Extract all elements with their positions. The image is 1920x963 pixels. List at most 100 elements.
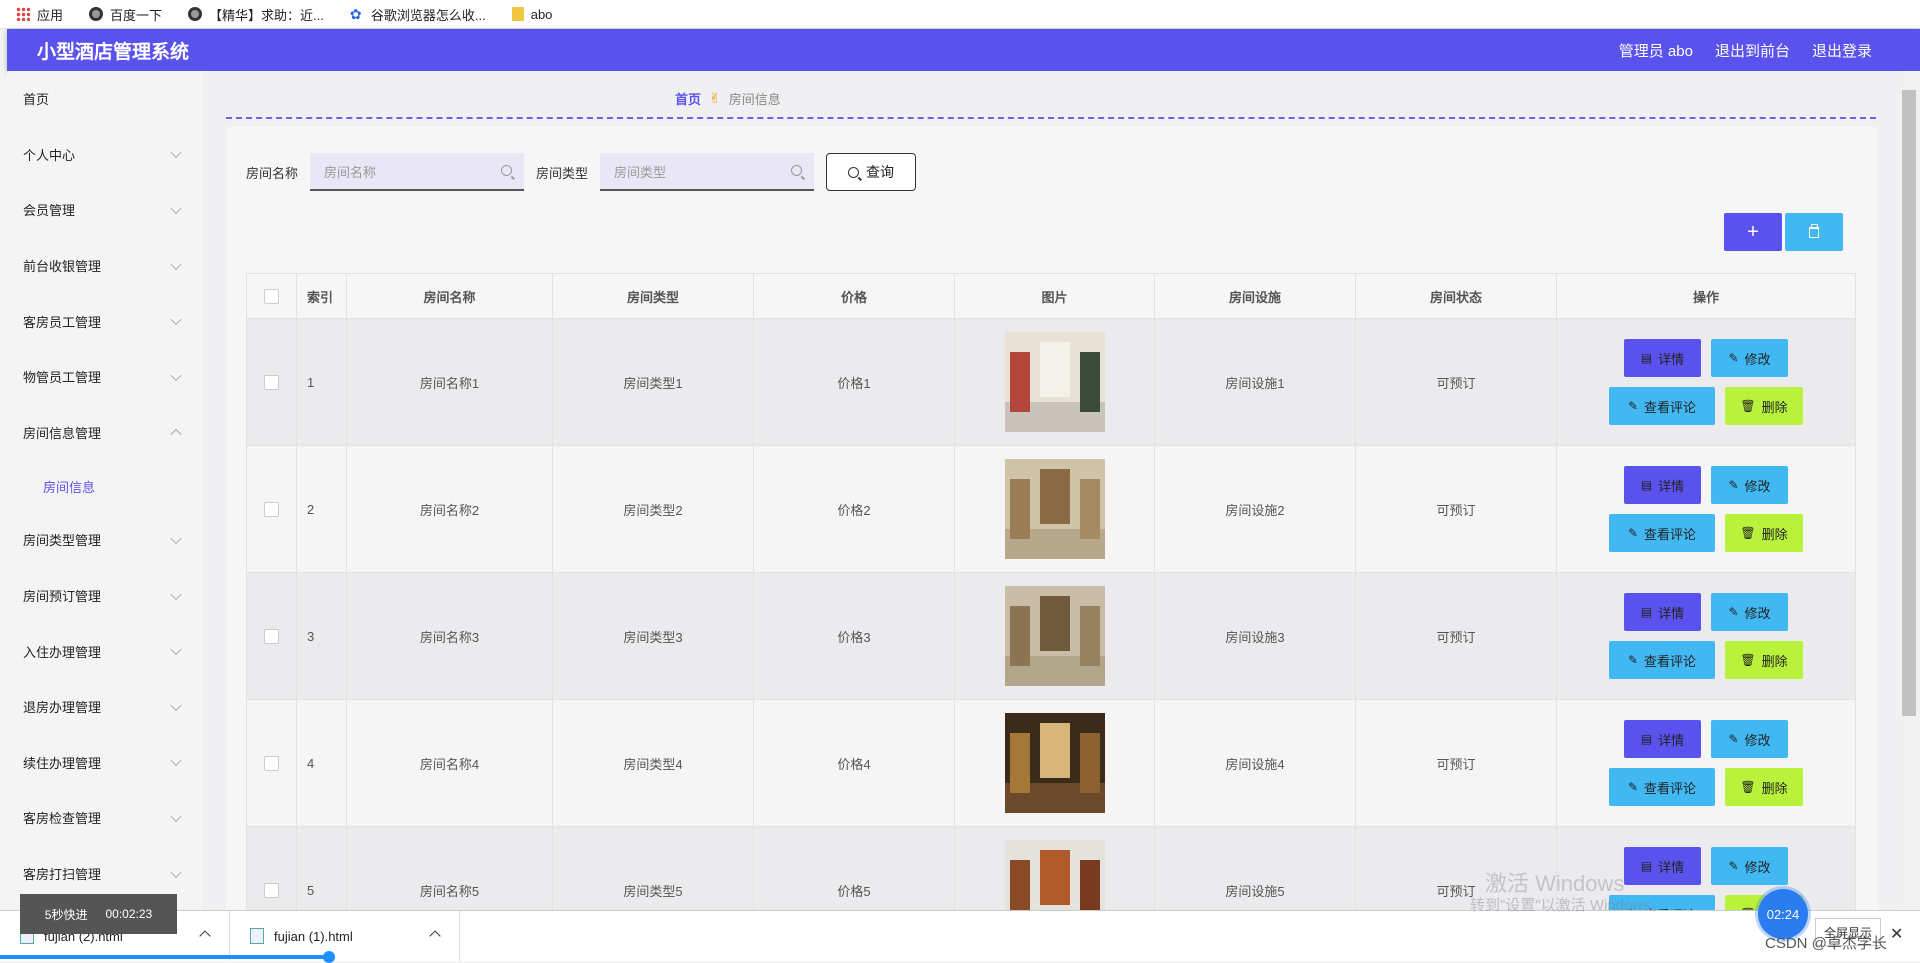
edit-button[interactable]: ✎ 修改: [1711, 720, 1788, 758]
edit-button[interactable]: ✎ 修改: [1711, 593, 1788, 631]
video-progress-handle[interactable]: [323, 951, 335, 963]
sidebar-item-cashier[interactable]: 前台收银管理: [7, 238, 202, 294]
cell-image: [955, 573, 1155, 699]
detail-button[interactable]: ▤ 详情: [1624, 720, 1701, 758]
row-checkbox[interactable]: [264, 882, 279, 898]
detail-label: 详情: [1658, 605, 1685, 621]
sidebar-item-label: 物管员工管理: [23, 370, 102, 386]
sidebar-subitem-room-info[interactable]: 房间信息: [7, 460, 202, 512]
sidebar-item-extend[interactable]: 续住办理管理: [7, 735, 202, 791]
query-button[interactable]: 查询: [826, 153, 917, 191]
select-all-checkbox[interactable]: [264, 288, 279, 304]
sidebar-item-home[interactable]: 首页: [7, 71, 202, 127]
sidebar-item-label: 房间预订管理: [23, 589, 102, 605]
room-photo[interactable]: [1004, 713, 1105, 813]
sidebar-item-room-type[interactable]: 房间类型管理: [7, 512, 202, 568]
sidebar-item-housekeeping-staff[interactable]: 客房员工管理: [7, 293, 202, 349]
logout-link[interactable]: 退出登录: [1812, 40, 1872, 61]
edit-button[interactable]: ✎ 修改: [1711, 466, 1788, 504]
video-speed-overlay: 5秒快进 00:02:23: [20, 894, 177, 934]
sidebar-item-property-staff[interactable]: 物管员工管理: [7, 349, 202, 405]
cell-facilities: 房间设施5: [1155, 827, 1356, 910]
edit-icon: ✎: [1728, 732, 1739, 746]
video-progress[interactable]: [0, 955, 330, 959]
cell-room-name: 房间名称2: [347, 446, 553, 572]
room-type-input[interactable]: 房间类型: [600, 153, 815, 191]
room-photo[interactable]: [1004, 332, 1105, 432]
cell-index: 5: [297, 827, 347, 910]
cell-actions: ▤ 详情 ✎ 修改 ✎ 查看评论 🗑 删除: [1557, 446, 1855, 572]
delete-button[interactable]: 🗑 删除: [1725, 387, 1803, 425]
row-checkbox[interactable]: [264, 374, 279, 390]
chevron-down-icon: [170, 699, 182, 711]
sidebar-item-cleaning[interactable]: 客房打扫管理: [7, 846, 202, 902]
chevron-up-icon[interactable]: [199, 930, 211, 942]
detail-button[interactable]: ▤ 详情: [1624, 466, 1701, 504]
edit-button[interactable]: ✎ 修改: [1711, 847, 1788, 885]
bookmark-help[interactable]: 【精华】求助：近...: [188, 5, 324, 24]
document-icon: ▤: [1640, 605, 1653, 619]
edit-icon: ✎: [1627, 780, 1639, 794]
download-shelf: fujian (2).html fujian (1).html: [0, 910, 1920, 961]
exit-to-front-link[interactable]: 退出到前台: [1715, 40, 1790, 61]
delete-button[interactable]: 🗑 删除: [1725, 641, 1803, 679]
row-checkbox[interactable]: [264, 628, 279, 644]
row-checkbox[interactable]: [264, 501, 279, 517]
row-select[interactable]: [247, 446, 297, 572]
view-reviews-button[interactable]: ✎ 查看评论: [1609, 641, 1715, 679]
sidebar-item-personal[interactable]: 个人中心: [7, 127, 202, 183]
chevron-up-icon[interactable]: [429, 930, 441, 942]
search-icon: [501, 165, 513, 176]
header-select-all[interactable]: [247, 274, 297, 318]
sidebar-item-checkin[interactable]: 入住办理管理: [7, 623, 202, 679]
room-photo[interactable]: [1004, 840, 1105, 910]
cell-actions: ▤ 详情 ✎ 修改 ✎ 查看评论 🗑 删除: [1557, 573, 1855, 699]
bookmark-chrome[interactable]: ✿ 谷歌浏览器怎么收...: [350, 5, 486, 24]
edit-button[interactable]: ✎ 修改: [1711, 339, 1788, 377]
room-photo[interactable]: [1004, 459, 1105, 559]
row-select[interactable]: [247, 573, 297, 699]
room-type-label: 房间类型: [536, 165, 589, 181]
cell-image: [955, 700, 1155, 826]
sidebar-item-members[interactable]: 会员管理: [7, 182, 202, 238]
chevron-down-icon: [170, 258, 182, 270]
row-select[interactable]: [247, 827, 297, 910]
batch-delete-button[interactable]: [1785, 213, 1843, 251]
trash-icon: 🗑: [1740, 399, 1756, 413]
sidebar-item-label: 会员管理: [23, 203, 76, 219]
sidebar-item-label: 退房办理管理: [23, 700, 102, 716]
breadcrumb-home[interactable]: 首页: [675, 89, 701, 108]
view-reviews-button[interactable]: ✎ 查看评论: [1609, 768, 1715, 806]
sidebar-item-booking[interactable]: 房间预订管理: [7, 568, 202, 624]
cell-price: 价格5: [754, 827, 955, 910]
cell-room-name: 房间名称3: [347, 573, 553, 699]
cell-status: 可预订: [1356, 446, 1557, 572]
room-name-label: 房间名称: [246, 165, 299, 181]
bookmark-abo[interactable]: abo: [511, 7, 552, 22]
download-item[interactable]: fujian (1).html: [230, 911, 460, 961]
add-button[interactable]: +: [1724, 213, 1782, 251]
room-photo[interactable]: [1004, 586, 1105, 686]
close-icon[interactable]: ✕: [1890, 924, 1903, 944]
review-label: 查看评论: [1644, 399, 1697, 415]
chevron-down-icon: [170, 643, 182, 656]
sidebar-item-room-info[interactable]: 房间信息管理: [7, 405, 202, 461]
room-name-input[interactable]: 房间名称: [310, 153, 525, 191]
view-reviews-button[interactable]: ✎ 查看评论: [1609, 514, 1715, 552]
bookmark-baidu[interactable]: 百度一下: [89, 5, 162, 24]
scrollbar-thumb[interactable]: [1902, 90, 1916, 716]
row-select[interactable]: [247, 319, 297, 445]
detail-button[interactable]: ▤ 详情: [1624, 339, 1701, 377]
sidebar-item-inspection[interactable]: 客房检查管理: [7, 790, 202, 846]
delete-button[interactable]: 🗑 删除: [1725, 768, 1803, 806]
detail-button[interactable]: ▤ 详情: [1624, 593, 1701, 631]
sidebar-item-checkout[interactable]: 退房办理管理: [7, 679, 202, 735]
bookmark-apps[interactable]: 应用: [16, 5, 63, 24]
delete-button[interactable]: 🗑 删除: [1725, 514, 1803, 552]
row-select[interactable]: [247, 700, 297, 826]
edit-label: 修改: [1744, 351, 1771, 367]
edit-label: 修改: [1744, 605, 1771, 621]
view-reviews-button[interactable]: ✎ 查看评论: [1609, 387, 1715, 425]
row-checkbox[interactable]: [264, 755, 279, 771]
detail-button[interactable]: ▤ 详情: [1624, 847, 1701, 885]
